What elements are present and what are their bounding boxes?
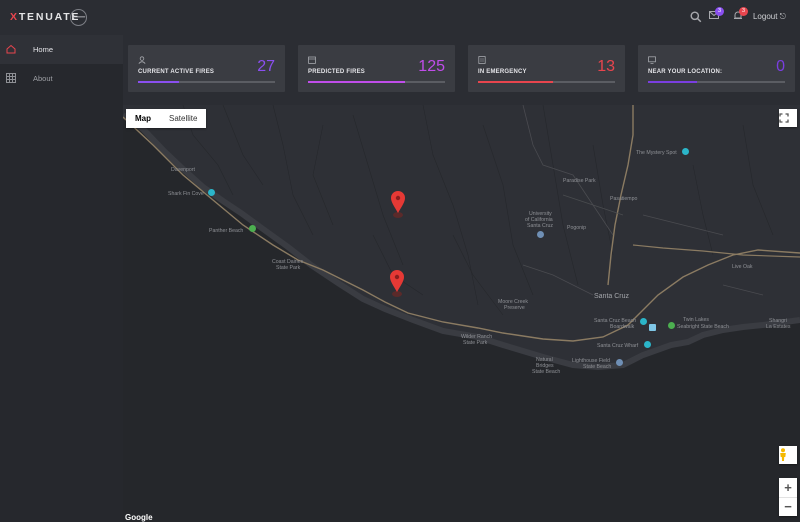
document-icon [478,56,486,64]
map-label: Live Oak [732,264,753,270]
sidebar: Home About [0,35,123,522]
map-label: Preserve [504,305,525,311]
stat-value: 0 [776,58,785,75]
map-label: Santa Cruz Wharf [597,343,639,349]
poi-marker[interactable] [682,148,689,155]
stat-value: 27 [257,58,275,75]
map-label: Pasatiempo [610,196,638,202]
map-label: Pogonip [567,225,587,231]
map-label: Twin Lakes [683,317,709,323]
monitor-icon [648,56,656,64]
map-label: State Park [276,265,301,271]
sidebar-item-home[interactable]: Home [0,35,123,64]
map-type-map-button[interactable]: Map [126,109,160,128]
zoom-control: + − [779,478,797,516]
poi-marker[interactable] [640,318,647,325]
logout-icon: ⎋ [779,12,786,21]
messages-badge: 3 [715,7,724,16]
zoom-out-button[interactable]: − [779,497,797,516]
stat-label: NEAR YOUR LOCATION: [648,69,723,75]
stat-progress-fill [138,81,180,83]
messages-button[interactable]: 3 [708,7,724,23]
poi-marker[interactable] [249,225,256,232]
map-label: State Park [463,340,488,346]
map-canvas[interactable] [123,105,800,522]
stat-label: PREDICTED FIRES [308,69,366,75]
pegman-icon [780,448,786,461]
sidebar-item-label: About [33,74,53,83]
stat-card-predicted-fires: PREDICTED FIRES 125 [298,45,455,92]
map-label: Shark Fin Cove [168,191,204,197]
poi-marker[interactable] [668,322,675,329]
top-bar: XTENUATE ⟵ 3 3 Logout ⎋ [0,0,800,35]
fire-map[interactable]: Davenport Shark Fin Cove Panther Beach C… [123,105,800,522]
search-icon[interactable] [690,11,702,23]
stat-progress-fill [478,81,554,83]
map-label: La Estates [766,324,791,330]
map-type-control: Map Satellite [126,109,207,128]
poi-marker[interactable] [644,341,651,348]
user-icon [138,56,146,64]
poi-marker[interactable] [537,231,544,238]
poi-marker[interactable] [208,189,215,196]
stat-card-in-emergency: IN EMERGENCY 13 [468,45,625,92]
map-label: Davenport [171,167,195,173]
calendar-icon [308,56,316,64]
stat-value: 125 [418,58,445,75]
map-label: Seabright State Beach [677,324,729,330]
arrow-left-icon: ⟵ [71,12,86,23]
logout-button[interactable]: Logout ⎋ [753,12,786,22]
map-label: The Mystery Spot [636,150,677,156]
poi-marker[interactable] [649,324,656,331]
home-icon [6,44,16,54]
notifications-badge: 3 [739,7,748,16]
fullscreen-icon [779,113,789,123]
map-label: State Beach [532,369,561,375]
stat-progress-bar [648,81,785,83]
map-label: Paradise Park [563,178,596,184]
stat-value: 13 [597,58,615,75]
map-label: Santa Cruz [527,223,553,229]
stat-card-active-fires: CURRENT ACTIVE FIRES 27 [128,45,285,92]
stat-progress-fill [648,81,698,83]
fullscreen-button[interactable] [779,109,797,127]
sidebar-item-label: Home [33,45,54,54]
notifications-button[interactable]: 3 [732,7,748,23]
stat-progress-bar [308,81,445,83]
zoom-in-button[interactable]: + [779,478,797,497]
stat-label: CURRENT ACTIVE FIRES [138,69,215,75]
map-type-satellite-button[interactable]: Satellite [160,109,206,128]
street-view-pegman[interactable] [779,446,797,464]
grid-icon [6,73,16,83]
stat-progress-fill [308,81,406,83]
map-label: Santa Cruz [594,293,630,300]
stat-progress-bar [478,81,615,83]
stat-progress-bar [138,81,275,83]
stat-label: IN EMERGENCY [478,69,527,75]
sidebar-toggle-button[interactable]: ⟵ [70,9,87,26]
stat-card-near-location: NEAR YOUR LOCATION: 0 [638,45,795,92]
map-label: State Beach [583,364,612,370]
sidebar-item-about[interactable]: About [0,64,123,93]
google-logo: Google [125,513,153,522]
poi-marker[interactable] [616,359,623,366]
map-label: Panther Beach [209,228,244,234]
map-label: Boardwalk [610,324,635,330]
